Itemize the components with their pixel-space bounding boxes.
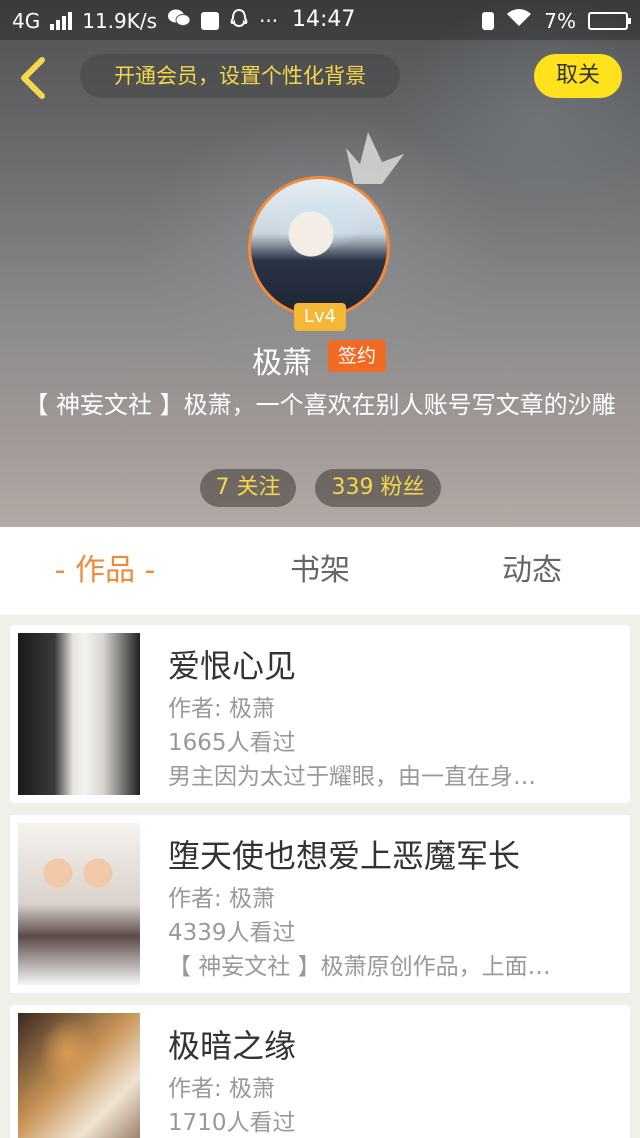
user-bio: 【 神妄文社 】极萧，一个喜欢在别人账号写文章的沙雕 [24, 391, 616, 419]
book-description: 男主因为太过于耀眼，由一直在身… [168, 764, 536, 790]
book-author: 作者: 极萧 [168, 1076, 276, 1102]
tab-works[interactable]: - 作品 - [20, 527, 190, 615]
network-type: 4G [12, 8, 41, 33]
book-author: 作者: 极萧 [168, 886, 276, 912]
signed-badge: 签约 [328, 340, 386, 372]
book-cover [18, 633, 140, 795]
tab-bookshelf[interactable]: 书架 [250, 527, 390, 615]
wifi-icon [506, 8, 532, 33]
chevron-left-icon [21, 57, 45, 99]
battery-percent: 7% [544, 8, 576, 33]
wechat-icon [167, 8, 191, 33]
book-cover [18, 823, 140, 985]
network-speed: 11.9K/s [82, 8, 158, 33]
more-dots: ··· [259, 8, 279, 33]
status-bar: 4G 11.9K/s ··· 14:47 7% [0, 0, 640, 40]
followers-count[interactable]: 339 粉丝 [315, 469, 441, 507]
book-card[interactable]: 堕天使也想爱上恶魔军长 作者: 极萧 4339人看过 【 神妄文社 】极萧原创作… [10, 815, 630, 993]
book-author: 作者: 极萧 [168, 696, 276, 722]
book-views: 4339人看过 [168, 920, 296, 946]
charging-icon [482, 11, 495, 30]
book-description: 【 神妄文社 】极萧原创作品，上面… [168, 954, 551, 980]
book-views: 1665人看过 [168, 730, 296, 756]
tab-bar: - 作品 - 书架 动态 [0, 527, 640, 615]
book-card[interactable]: 极暗之缘 作者: 极萧 1710人看过 [10, 1005, 630, 1138]
book-cover [18, 1013, 140, 1138]
signal-icon [50, 11, 73, 30]
vip-background-banner[interactable]: 开通会员，设置个性化背景 [80, 54, 400, 98]
mail-icon [201, 11, 220, 30]
battery-icon [588, 11, 631, 30]
tab-activity[interactable]: 动态 [462, 527, 602, 615]
book-views: 1710人看过 [168, 1110, 296, 1136]
book-title: 堕天使也想爱上恶魔军长 [168, 837, 521, 875]
following-count[interactable]: 7 关注 [200, 469, 296, 507]
clock: 14:47 [292, 7, 356, 32]
unfollow-button[interactable]: 取关 [534, 54, 622, 98]
book-title: 极暗之缘 [168, 1027, 297, 1065]
book-title: 爱恨心见 [168, 647, 297, 685]
level-badge: Lv4 [294, 303, 346, 331]
avatar[interactable] [248, 176, 390, 318]
user-name: 极萧 [252, 346, 312, 381]
book-card[interactable]: 爱恨心见 作者: 极萧 1665人看过 男主因为太过于耀眼，由一直在身… [10, 625, 630, 803]
qq-icon [229, 8, 249, 33]
works-list: 爱恨心见 作者: 极萧 1665人看过 男主因为太过于耀眼，由一直在身… 堕天使… [0, 615, 640, 1138]
back-button[interactable] [14, 54, 54, 102]
profile-header: 4G 11.9K/s ··· 14:47 7% 开通会员，设置个性化背景 取关 [0, 0, 640, 527]
